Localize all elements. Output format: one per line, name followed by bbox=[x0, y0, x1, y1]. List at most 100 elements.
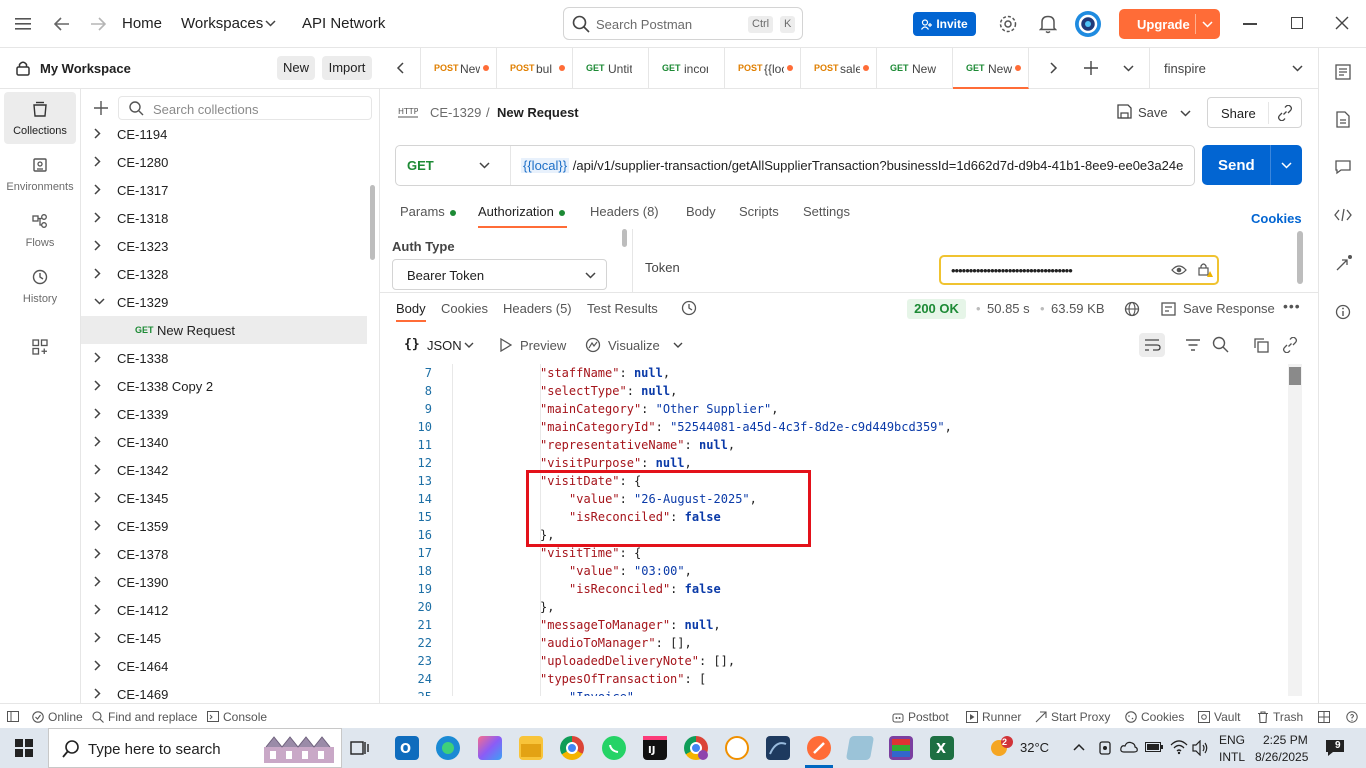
filter-icon[interactable] bbox=[1185, 338, 1201, 352]
whatsapp-icon[interactable] bbox=[602, 736, 626, 760]
environment-selector[interactable]: finspire bbox=[1150, 48, 1318, 89]
tabs-scroll-left-icon[interactable] bbox=[396, 62, 404, 74]
chevron-right-icon[interactable] bbox=[94, 408, 101, 419]
windows-start-icon[interactable] bbox=[15, 739, 33, 757]
collection-item[interactable]: CE-1339 bbox=[81, 400, 367, 428]
chevron-right-icon[interactable] bbox=[94, 632, 101, 643]
trash-button[interactable]: Trash bbox=[1273, 710, 1303, 724]
eye-icon[interactable] bbox=[1171, 264, 1187, 276]
console-button[interactable]: Console bbox=[223, 710, 267, 724]
volume-icon[interactable] bbox=[1192, 740, 1210, 756]
vpn-icon[interactable] bbox=[725, 736, 749, 760]
tab-body[interactable]: Body bbox=[686, 204, 716, 219]
collection-item[interactable]: CE-145 bbox=[81, 624, 367, 652]
add-apps-icon[interactable] bbox=[32, 339, 48, 355]
cookies-link[interactable]: Cookies bbox=[1251, 211, 1302, 226]
wrap-lines-icon[interactable] bbox=[1139, 333, 1165, 357]
tab-settings[interactable]: Settings bbox=[803, 204, 850, 219]
auth-scrollbar[interactable] bbox=[622, 229, 627, 247]
method-selector[interactable]: GET bbox=[396, 146, 511, 185]
request-item-new-request[interactable]: GET New Request bbox=[81, 316, 367, 344]
response-size[interactable]: 63.59 KB bbox=[1051, 301, 1105, 316]
response-tab-tests[interactable]: Test Results bbox=[587, 301, 658, 316]
chevron-right-icon[interactable] bbox=[94, 464, 101, 475]
close-window-icon[interactable] bbox=[1335, 16, 1349, 30]
request-tab[interactable]: GETUntitl bbox=[573, 48, 649, 89]
api-network-link[interactable]: API Network bbox=[302, 15, 385, 32]
search-icon[interactable] bbox=[1212, 336, 1229, 353]
add-collection-icon[interactable] bbox=[94, 101, 108, 115]
request-scrollbar[interactable] bbox=[1297, 231, 1303, 284]
response-tab-body[interactable]: Body bbox=[396, 301, 426, 316]
request-tab[interactable]: GET New bbox=[877, 48, 953, 89]
maximize-icon[interactable] bbox=[1291, 17, 1303, 29]
outlook-icon[interactable]: O bbox=[395, 736, 419, 760]
collections-scrollbar[interactable] bbox=[370, 185, 375, 260]
share-button[interactable]: Share bbox=[1221, 106, 1256, 121]
clock-date[interactable]: 8/26/2025 bbox=[1255, 750, 1308, 764]
onedrive-cloud-icon[interactable] bbox=[1120, 741, 1138, 753]
weather-icon[interactable] bbox=[988, 736, 1014, 760]
request-tab[interactable]: POST bul bbox=[497, 48, 573, 89]
preview-button[interactable]: Preview bbox=[520, 338, 566, 353]
settings-gear-icon[interactable] bbox=[998, 14, 1018, 34]
copy-icon[interactable] bbox=[1253, 337, 1269, 353]
cookies-button[interactable]: Cookies bbox=[1141, 710, 1184, 724]
online-status[interactable]: Online bbox=[48, 710, 83, 724]
collection-item[interactable]: CE-1338 Copy 2 bbox=[81, 372, 367, 400]
keyboard-layout[interactable]: INTL bbox=[1219, 750, 1245, 764]
request-tab[interactable]: GET New bbox=[953, 48, 1029, 89]
invite-button[interactable]: Invite bbox=[913, 12, 976, 36]
upgrade-button[interactable]: Upgrade bbox=[1119, 9, 1220, 39]
collection-item[interactable]: CE-1194 bbox=[81, 120, 367, 148]
collection-item[interactable]: CE-1390 bbox=[81, 568, 367, 596]
chevron-right-icon[interactable] bbox=[94, 548, 101, 559]
home-link[interactable]: Home bbox=[122, 15, 162, 32]
meet-now-icon[interactable] bbox=[1098, 740, 1112, 756]
task-view-icon[interactable] bbox=[350, 739, 370, 757]
mysql-workbench-icon[interactable] bbox=[766, 736, 790, 760]
collection-item[interactable]: CE-1378 bbox=[81, 540, 367, 568]
collection-item[interactable]: CE-1345 bbox=[81, 484, 367, 512]
request-tab[interactable]: POST{{loc bbox=[725, 48, 801, 89]
workspaces-menu[interactable]: Workspaces bbox=[181, 15, 263, 32]
start-proxy-button[interactable]: Start Proxy bbox=[1051, 710, 1110, 724]
sidebar-toggle-icon[interactable] bbox=[7, 711, 19, 722]
response-tab-headers[interactable]: Headers (5) bbox=[503, 301, 572, 316]
chevron-right-icon[interactable] bbox=[94, 436, 101, 447]
rail-item-collections[interactable]: Collections bbox=[4, 92, 76, 144]
link-icon[interactable] bbox=[1282, 337, 1298, 353]
chevron-right-icon[interactable] bbox=[94, 268, 101, 279]
response-body-code[interactable]: 7 "staffName": null, 8 "selectType": null, 9… bbox=[380, 364, 1288, 696]
collection-item[interactable]: CE-1338 bbox=[81, 344, 367, 372]
tabs-scroll-right-icon[interactable] bbox=[1050, 62, 1058, 74]
send-dropdown-icon[interactable] bbox=[1281, 162, 1292, 169]
more-options-icon[interactable]: ••• bbox=[1283, 298, 1301, 314]
wifi-icon[interactable] bbox=[1170, 739, 1188, 755]
menu-icon[interactable] bbox=[12, 14, 34, 34]
chevron-down-icon[interactable] bbox=[94, 298, 105, 305]
auth-type-select[interactable]: Bearer Token bbox=[392, 259, 607, 290]
chevron-right-icon[interactable] bbox=[94, 380, 101, 391]
chevron-right-icon[interactable] bbox=[94, 184, 101, 195]
collection-item[interactable]: CE-1323 bbox=[81, 232, 367, 260]
chevron-right-icon[interactable] bbox=[94, 352, 101, 363]
request-tab[interactable]: GETincom bbox=[649, 48, 725, 89]
collection-item[interactable]: CE-1464 bbox=[81, 652, 367, 680]
tray-chevron-up-icon[interactable] bbox=[1073, 743, 1085, 751]
save-response-button[interactable]: Save Response bbox=[1183, 301, 1275, 316]
collection-item[interactable]: CE-1328 bbox=[81, 260, 367, 288]
upgrade-chevron-icon[interactable] bbox=[1202, 21, 1213, 28]
documentation-icon[interactable] bbox=[1335, 64, 1351, 80]
edge-icon[interactable] bbox=[436, 736, 460, 760]
request-name[interactable]: New Request bbox=[497, 105, 579, 120]
file-explorer-icon[interactable] bbox=[519, 736, 543, 760]
vault-button[interactable]: Vault bbox=[1214, 710, 1240, 724]
avatar[interactable] bbox=[1075, 11, 1101, 37]
input-language[interactable]: ENG bbox=[1219, 733, 1245, 747]
copilot-icon[interactable] bbox=[478, 736, 502, 760]
send-button[interactable]: Send bbox=[1202, 145, 1302, 185]
runner-button[interactable]: Runner bbox=[982, 710, 1021, 724]
chrome-icon[interactable] bbox=[560, 736, 584, 760]
url-input[interactable]: {{local}} /api/v1/supplier-transaction/g… bbox=[521, 158, 1186, 173]
